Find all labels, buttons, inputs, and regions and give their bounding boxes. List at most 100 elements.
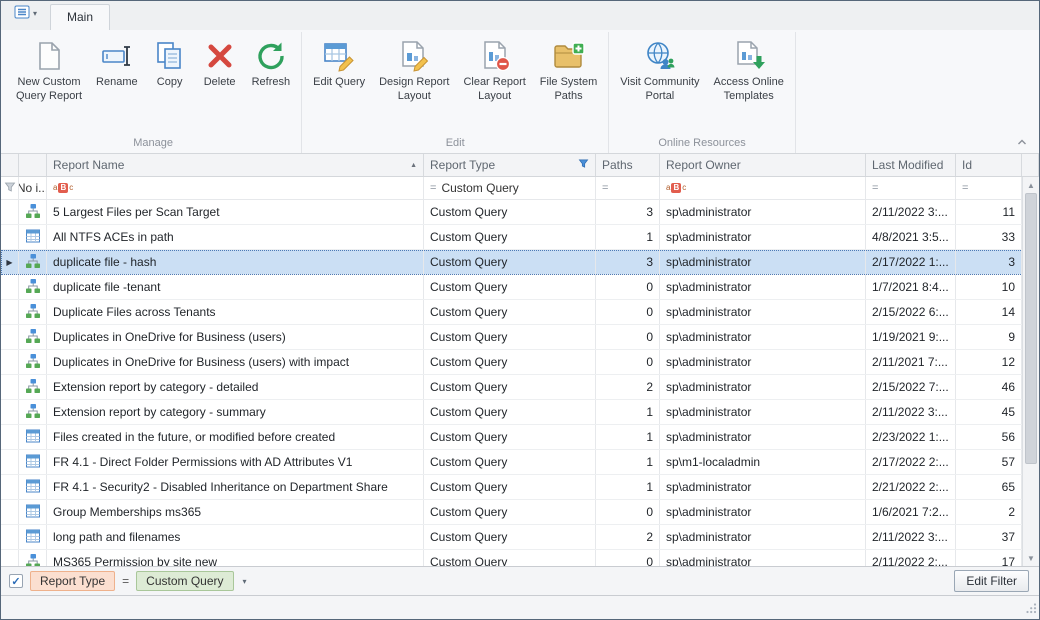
filter-field-chip[interactable]: Report Type	[30, 571, 115, 591]
table-row[interactable]: FR 4.1 - Security2 - Disabled Inheritanc…	[1, 475, 1039, 500]
cell-report-owner: sp\administrator	[660, 500, 866, 524]
table-row[interactable]: MS365 Permission by site newCustom Query…	[1, 550, 1039, 566]
report-icon-cell	[19, 325, 47, 349]
ribbon-button-access-online-templates[interactable]: Access Online Templates	[708, 35, 790, 107]
ribbon-group-caption: Manage	[8, 134, 298, 153]
ribbon-button-design-report-layout[interactable]: Design Report Layout	[373, 35, 455, 107]
tab-main[interactable]: Main	[50, 4, 110, 30]
cell-report-owner: sp\administrator	[660, 400, 866, 424]
resize-grip-icon[interactable]	[1025, 602, 1037, 617]
table-row[interactable]: Extension report by category - summaryCu…	[1, 400, 1039, 425]
header-report-type[interactable]: Report Type	[424, 154, 596, 176]
row-indicator-cell	[1, 425, 19, 449]
header-label: Id	[962, 158, 972, 172]
report-icon-cell	[19, 200, 47, 224]
current-row-arrow-icon: ▶	[6, 258, 12, 267]
cell-report-name: Extension report by category - detailed	[47, 375, 424, 399]
filter-cell-paths[interactable]: =	[596, 177, 660, 199]
header-report-owner[interactable]: Report Owner	[660, 154, 866, 176]
table-row[interactable]: 5 Largest Files per Scan TargetCustom Qu…	[1, 200, 1039, 225]
table-row[interactable]: Extension report by category - detailedC…	[1, 375, 1039, 400]
report-icon-cell	[19, 500, 47, 524]
funnel-icon[interactable]	[578, 158, 589, 172]
header-icon-column[interactable]	[19, 154, 47, 176]
table-row[interactable]: Files created in the future, or modified…	[1, 425, 1039, 450]
filter-cell-report-type[interactable]: =Custom Query	[424, 177, 596, 199]
application-menu-button[interactable]: ▾	[7, 1, 44, 26]
cell-report-name: long path and filenames	[47, 525, 424, 549]
filter-cell-icon[interactable]: No i...	[19, 177, 47, 199]
custom-query-icon	[25, 378, 41, 397]
report-icon-cell	[19, 425, 47, 449]
filter-cell-report-owner[interactable]: aBc	[660, 177, 866, 199]
header-label: Report Type	[430, 158, 495, 172]
sort-ascending-icon: ▲	[410, 162, 417, 169]
ribbon-button-clear-report-layout[interactable]: Clear Report Layout	[457, 35, 531, 107]
filter-value-chip[interactable]: Custom Query	[136, 571, 233, 591]
header-label: Report Name	[53, 158, 124, 172]
table-row[interactable]: All NTFS ACEs in pathCustom Query1sp\adm…	[1, 225, 1039, 250]
cell-report-owner: sp\administrator	[660, 375, 866, 399]
cell-last-modified: 2/11/2022 3:...	[866, 200, 956, 224]
ribbon-button-visit-community-portal[interactable]: Visit Community Portal	[614, 35, 705, 107]
chevron-down-icon[interactable]: ▾	[241, 575, 249, 588]
edit-query-icon	[323, 40, 355, 72]
row-indicator-cell	[1, 400, 19, 424]
cell-report-name: Duplicate Files across Tenants	[47, 300, 424, 324]
table-row[interactable]: Duplicates in OneDrive for Business (use…	[1, 325, 1039, 350]
table-row[interactable]: Group Memberships ms365Custom Query0sp\a…	[1, 500, 1039, 525]
cell-report-name: MS365 Permission by site new	[47, 550, 424, 566]
cell-report-owner: sp\administrator	[660, 475, 866, 499]
table-row[interactable]: ▶duplicate file - hashCustom Query3sp\ad…	[1, 250, 1039, 275]
cell-report-type: Custom Query	[424, 250, 596, 274]
edit-filter-button[interactable]: Edit Filter	[954, 570, 1029, 592]
new-report-icon	[33, 40, 65, 72]
ribbon-button-label: File System Paths	[540, 76, 597, 104]
abc-operator-icon: aBc	[666, 183, 686, 193]
filter-cell-last-modified[interactable]: =	[866, 177, 956, 199]
scrollbar-thumb[interactable]	[1025, 193, 1037, 464]
header-last-modified[interactable]: Last Modified	[866, 154, 956, 176]
cell-id: 12	[956, 350, 1022, 374]
header-scrollbar-stub	[1022, 154, 1039, 176]
vertical-scrollbar[interactable]: ▲ ▼	[1022, 177, 1039, 566]
ribbon-button-label: Design Report Layout	[379, 76, 449, 104]
cell-report-type: Custom Query	[424, 500, 596, 524]
equals-operator-icon: =	[430, 182, 436, 194]
header-report-name[interactable]: Report Name ▲	[47, 154, 424, 176]
collapse-ribbon-button[interactable]	[1013, 134, 1031, 150]
ribbon-group-edit: Edit Query Design Report Layout Clear Repo…	[302, 32, 609, 153]
table-row[interactable]: Duplicate Files across TenantsCustom Que…	[1, 300, 1039, 325]
table-row[interactable]: Duplicates in OneDrive for Business (use…	[1, 350, 1039, 375]
cell-paths: 0	[596, 500, 660, 524]
row-indicator-cell	[1, 225, 19, 249]
grid-body: 5 Largest Files per Scan TargetCustom Qu…	[1, 200, 1039, 566]
table-row[interactable]: duplicate file -tenantCustom Query0sp\ad…	[1, 275, 1039, 300]
arrow-up-icon[interactable]: ▲	[1023, 177, 1039, 193]
ribbon-button-new-custom-query-report[interactable]: New Custom Query Report	[10, 35, 88, 107]
row-indicator-cell	[1, 275, 19, 299]
table-row[interactable]: long path and filenamesCustom Query2sp\a…	[1, 525, 1039, 550]
filter-cell-id[interactable]: =	[956, 177, 1022, 199]
ribbon-button-delete[interactable]: Delete	[196, 35, 244, 93]
cell-report-owner: sp\administrator	[660, 300, 866, 324]
table-row[interactable]: FR 4.1 - Direct Folder Permissions with …	[1, 450, 1039, 475]
filter-cell-report-name[interactable]: aBc	[47, 177, 424, 199]
scrollbar-track[interactable]	[1023, 193, 1039, 550]
cell-report-name: duplicate file - hash	[47, 250, 424, 274]
copy-icon	[154, 40, 186, 72]
ribbon-button-refresh[interactable]: Refresh	[246, 35, 297, 93]
filter-enabled-checkbox[interactable]	[9, 574, 23, 588]
row-indicator-cell	[1, 325, 19, 349]
header-id[interactable]: Id	[956, 154, 1022, 176]
ribbon-button-file-system-paths[interactable]: File System Paths	[534, 35, 603, 107]
ribbon-group-manage: New Custom Query ReportRenameCopyDeleteR…	[5, 32, 302, 153]
ribbon-button-rename[interactable]: Rename	[90, 35, 144, 93]
report-icon-cell	[19, 250, 47, 274]
arrow-down-icon[interactable]: ▼	[1023, 550, 1039, 566]
cell-id: 17	[956, 550, 1022, 566]
ribbon-group-caption: Edit	[305, 134, 605, 153]
ribbon-button-edit-query[interactable]: Edit Query	[307, 35, 371, 93]
header-paths[interactable]: Paths	[596, 154, 660, 176]
ribbon-button-copy[interactable]: Copy	[146, 35, 194, 93]
